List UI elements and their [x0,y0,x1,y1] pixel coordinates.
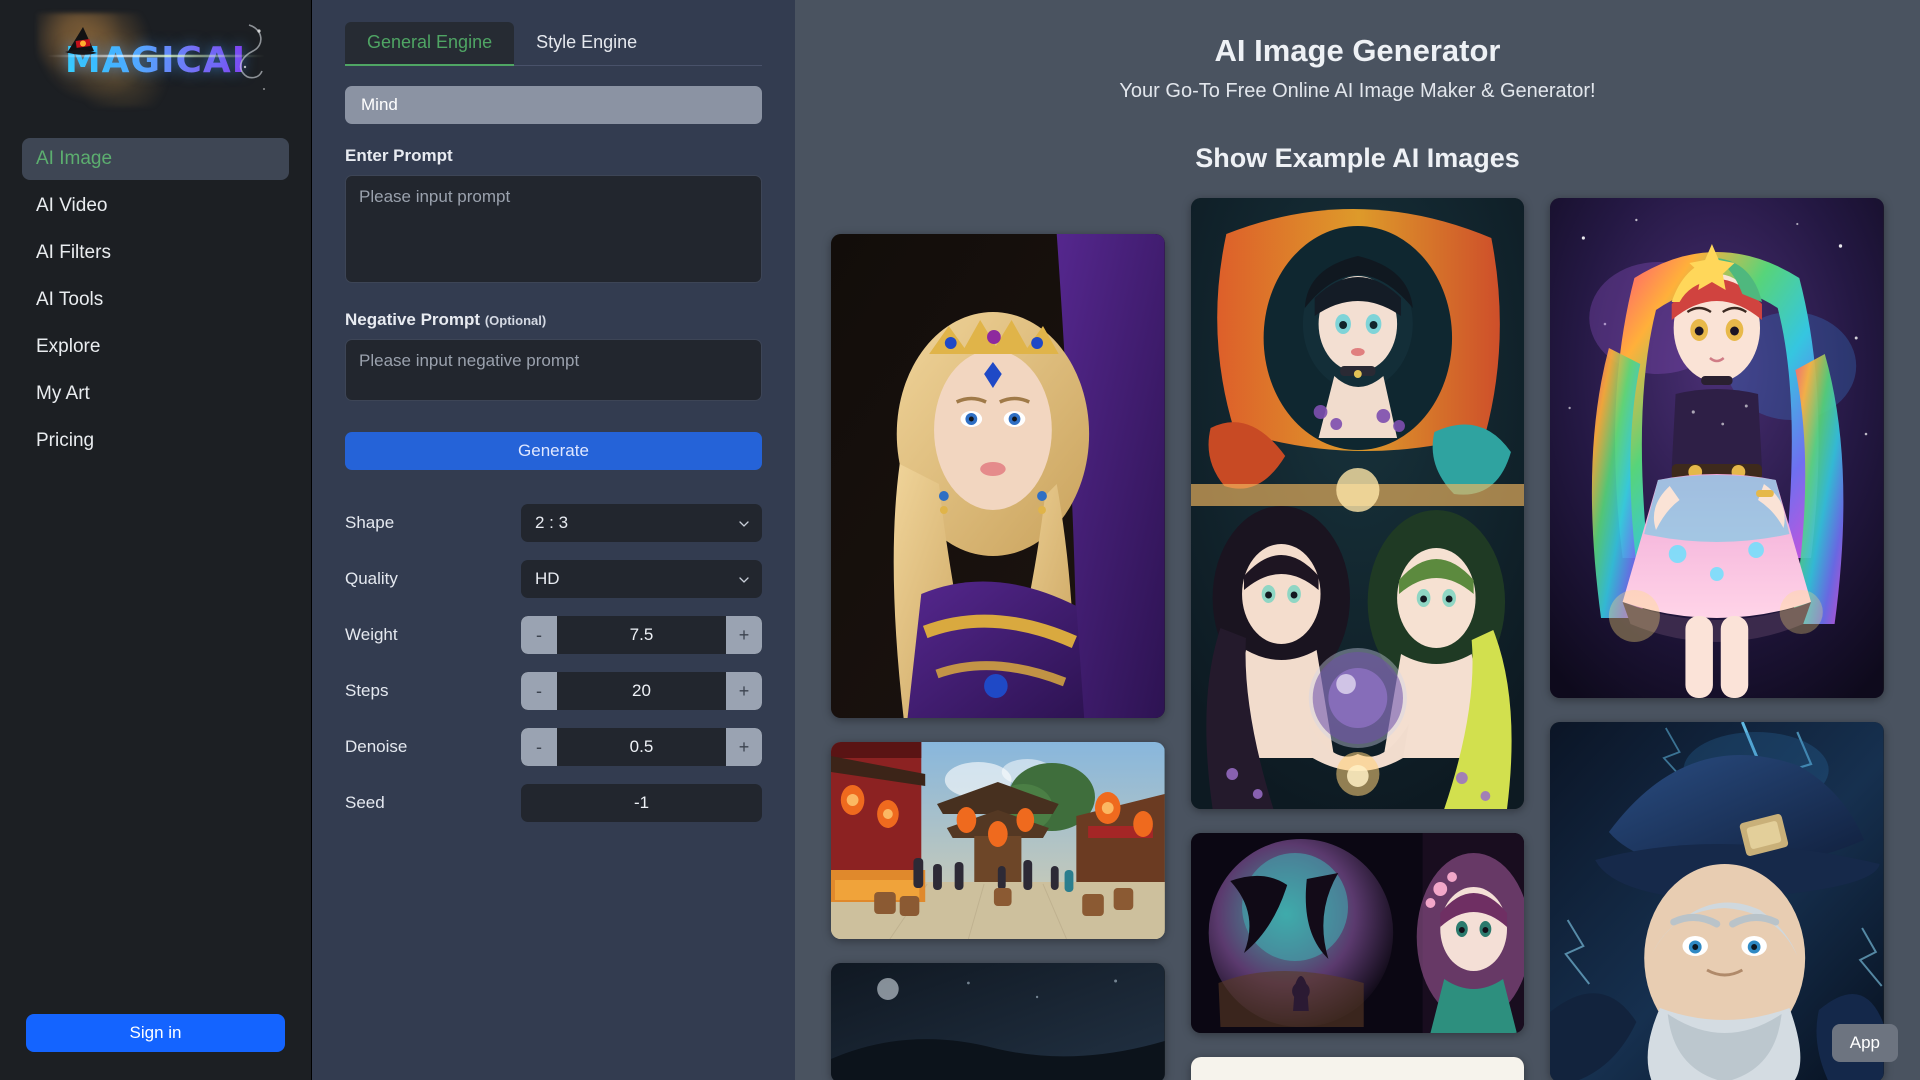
steps-decrement-button[interactable]: - [521,672,557,710]
magicai-logo: MAGICAI [36,13,275,107]
quality-label: Quality [345,569,398,588]
sidebar-item-pricing[interactable]: Pricing [22,420,289,462]
sign-in-button[interactable]: Sign in [26,1014,285,1052]
tab-label: General Engine [367,32,493,52]
weight-field: - 7.5 + [521,616,762,654]
sidebar-item-label: Pricing [36,430,95,451]
negative-prompt-input[interactable] [345,339,762,401]
shape-field: 2 : 3 [521,504,762,542]
generation-settings: Shape 2 : 3 Quality HD Weight - 7.5 + St… [345,504,762,822]
sidebar-item-my-art[interactable]: My Art [22,373,289,415]
artwork-elf-princess [831,234,1165,718]
example-gallery [831,198,1885,1080]
shape-select[interactable]: 2 : 3 [521,504,762,542]
negative-prompt-label: Negative Prompt (Optional) [345,310,762,330]
chevron-down-icon [739,521,749,527]
setting-row-quality: Quality HD [345,560,762,598]
sidebar-item-ai-video[interactable]: AI Video [22,185,289,227]
gallery-column-3 [1550,198,1885,1080]
page-subtitle: Your Go-To Free Online AI Image Maker & … [1119,80,1596,102]
artwork-stormy-night [831,963,1165,1080]
sidebar-item-label: AI Tools [36,289,104,310]
sidebar-item-label: AI Image [36,148,113,169]
steps-field: - 20 + [521,672,762,710]
artwork-rainbow-galaxy-girl [1550,198,1885,698]
artwork-lantern-market [831,742,1165,939]
sidebar-nav: AI Image AI Video AI Filters AI Tools Ex… [0,138,311,462]
tab-style-engine[interactable]: Style Engine [514,22,659,65]
denoise-field: - 0.5 + [521,728,762,766]
weight-decrement-button[interactable]: - [521,616,557,654]
setting-row-seed: Seed -1 [345,784,762,822]
setting-row-weight: Weight - 7.5 + [345,616,762,654]
wizard-hat-icon [64,27,97,55]
artwork-moon-portrait [1190,833,1525,1033]
steps-increment-button[interactable]: + [726,672,762,710]
gallery-item-elf-princess-portrait[interactable] [831,234,1165,718]
negative-prompt-label-text: Negative Prompt [345,310,481,329]
negative-prompt-optional-tag: (Optional) [484,313,547,328]
generate-button[interactable]: Generate [345,432,762,470]
app-root: MAGICAI AI Image AI Video AI Filters AI … [0,0,1920,1080]
weight-stepper: - 7.5 + [521,616,762,654]
artwork-white-card [1190,1057,1525,1080]
engine-tabs: General Engine Style Engine [345,22,762,66]
signin-container: Sign in [0,1014,311,1080]
denoise-value[interactable]: 0.5 [557,737,726,757]
prompt-label: Enter Prompt [345,146,453,165]
model-selector-value: Mind [361,95,398,114]
steps-label: Steps [345,681,389,700]
sidebar: MAGICAI AI Image AI Video AI Filters AI … [0,0,312,1080]
app-button[interactable]: App [1831,1024,1898,1062]
gallery-item-anime-trio-crystal-ball[interactable] [1190,198,1525,809]
tab-general-engine[interactable]: General Engine [345,22,515,66]
gallery-item-stormy-night-scene[interactable] [831,963,1165,1080]
sidebar-item-ai-image[interactable]: AI Image [22,138,289,180]
quality-value: HD [535,569,560,588]
quality-select[interactable]: HD [521,560,762,598]
gallery-column-1 [831,198,1165,1080]
sidebar-item-label: AI Filters [36,242,111,263]
steps-stepper: - 20 + [521,672,762,710]
gallery-item-rainbow-hair-galaxy-girl[interactable] [1550,198,1885,698]
setting-row-steps: Steps - 20 + [345,672,762,710]
sidebar-item-ai-filters[interactable]: AI Filters [22,232,289,274]
tab-label: Style Engine [536,32,638,52]
logo-container[interactable]: MAGICAI [0,0,311,120]
shape-value: 2 : 3 [535,513,569,532]
generator-panel: General Engine Style Engine Mind Enter P… [312,0,795,1080]
weight-label: Weight [345,625,398,644]
denoise-label: Denoise [345,737,408,756]
steps-value[interactable]: 20 [557,681,726,701]
model-selector[interactable]: Mind [345,86,762,124]
artwork-anime-trio [1190,198,1525,809]
setting-row-shape: Shape 2 : 3 [345,504,762,542]
sidebar-item-label: Explore [36,336,101,357]
setting-row-denoise: Denoise - 0.5 + [345,728,762,766]
denoise-decrement-button[interactable]: - [521,728,557,766]
chevron-down-icon [739,577,749,583]
gallery-column-2 [1190,198,1525,1080]
seed-label: Seed [345,793,385,812]
quality-field: HD [521,560,762,598]
sidebar-item-ai-tools[interactable]: AI Tools [22,279,289,321]
prompt-input[interactable] [345,175,762,283]
shape-label: Shape [345,513,395,532]
page-title: AI Image Generator [1214,33,1501,68]
seed-input[interactable]: -1 [521,784,762,822]
denoise-increment-button[interactable]: + [726,728,762,766]
seed-field: -1 [521,784,762,822]
sidebar-item-label: AI Video [36,195,108,216]
gallery-item-moon-portrait-diptych[interactable] [1190,833,1525,1033]
main-content: AI Image Generator Your Go-To Free Onlin… [795,0,1920,1080]
denoise-stepper: - 0.5 + [521,728,762,766]
gallery-item-white-card-preview[interactable] [1190,1057,1525,1080]
gallery-item-lantern-market-street[interactable] [831,742,1165,939]
sidebar-item-explore[interactable]: Explore [22,326,289,368]
weight-value[interactable]: 7.5 [557,625,726,645]
sidebar-item-label: My Art [36,383,90,404]
gallery-section-title: Show Example AI Images [1195,143,1520,173]
weight-increment-button[interactable]: + [726,616,762,654]
logo-swirl-decoration [239,24,265,90]
